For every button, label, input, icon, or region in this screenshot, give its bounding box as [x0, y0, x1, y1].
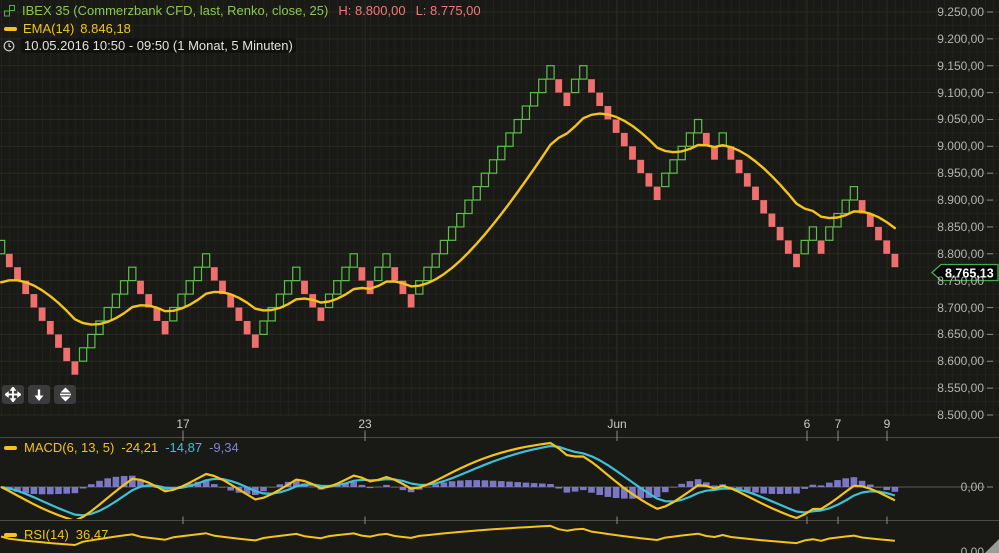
price-axis-label: 9.200,00 [937, 32, 984, 46]
price-axis-label: 8.600,00 [937, 354, 984, 368]
price-axis-label: 8.800,00 [937, 247, 984, 261]
ema-legend: EMA(14) 8.846,18 [4, 21, 131, 36]
chart-application: 8.765,13 IBEX 35 (Commerzbank CFD, last,… [0, 0, 999, 553]
price-axis-label: 8.650,00 [937, 327, 984, 341]
macd-zero-label: 0,00 [961, 480, 984, 494]
rsi-line-icon [4, 533, 17, 537]
macd-line-icon [4, 446, 17, 450]
date-range-text: 10.05.2016 10:50 - 09:50 (1 Monat, 5 Min… [21, 38, 296, 53]
arrow-down-icon [32, 388, 46, 402]
renko-bricks [0, 66, 898, 375]
price-axis-label: 8.500,00 [937, 408, 984, 422]
fit-scale-button[interactable] [54, 385, 76, 404]
time-axis-label: Jun [595, 417, 639, 431]
macd-label: MACD(6, 13, 5) [24, 440, 114, 455]
rsi-plot [1, 526, 895, 545]
price-axis-label: 9.050,00 [937, 112, 984, 126]
price-axis-label: 9.100,00 [937, 86, 984, 100]
macd-hist-value: -9,34 [209, 440, 239, 455]
price-axis-label: 9.150,00 [937, 59, 984, 73]
scroll-down-button[interactable] [28, 385, 50, 404]
time-axis-label: 17 [161, 417, 205, 431]
time-axis-label: 23 [343, 417, 387, 431]
rsi-zero-label: 0,00 [961, 545, 984, 553]
ema-value: 8.846,18 [80, 21, 131, 36]
macd-legend: MACD(6, 13, 5) -24,21 -14,87 -9,34 [4, 440, 239, 455]
fit-vertical-icon [58, 387, 73, 402]
price-axis-label: 8.950,00 [937, 166, 984, 180]
price-axis-label: 8.700,00 [937, 301, 984, 315]
symbol-title: IBEX 35 (Commerzbank CFD, last, Renko, c… [22, 3, 328, 18]
price-axis-label: 9.000,00 [937, 139, 984, 153]
rsi-label: RSI(14) [24, 527, 69, 542]
price-axis-label: 9.250,00 [937, 5, 984, 19]
chart-toolbar [2, 385, 76, 404]
clock-icon [3, 40, 15, 52]
symbol-legend: IBEX 35 (Commerzbank CFD, last, Renko, c… [4, 3, 481, 18]
macd-value: -24,21 [121, 440, 158, 455]
time-axis-label: 9 [865, 417, 909, 431]
chart-canvas[interactable]: 8.765,13 [0, 0, 999, 553]
ema-line-icon [4, 27, 17, 31]
ema-line [1, 114, 895, 325]
range-legend: 10.05.2016 10:50 - 09:50 (1 Monat, 5 Min… [3, 38, 296, 53]
session-high: H: 8.800,00 [338, 3, 405, 18]
price-axis-label: 8.900,00 [937, 193, 984, 207]
session-low: L: 8.775,00 [416, 3, 481, 18]
macd-signal-value: -14,87 [165, 440, 202, 455]
price-axis-label: 8.750,00 [937, 274, 984, 288]
price-axis-label: 8.550,00 [937, 381, 984, 395]
pan-icon [5, 387, 21, 402]
ema-label: EMA(14) [23, 21, 74, 36]
resize-handle[interactable] [985, 539, 999, 553]
price-axis-label: 8.850,00 [937, 220, 984, 234]
rsi-legend: RSI(14) 36,47 [4, 527, 108, 542]
pan-button[interactable] [2, 385, 24, 404]
time-axis-label: 7 [816, 417, 860, 431]
rsi-value: 36,47 [76, 527, 109, 542]
renko-chart-icon [4, 5, 16, 17]
